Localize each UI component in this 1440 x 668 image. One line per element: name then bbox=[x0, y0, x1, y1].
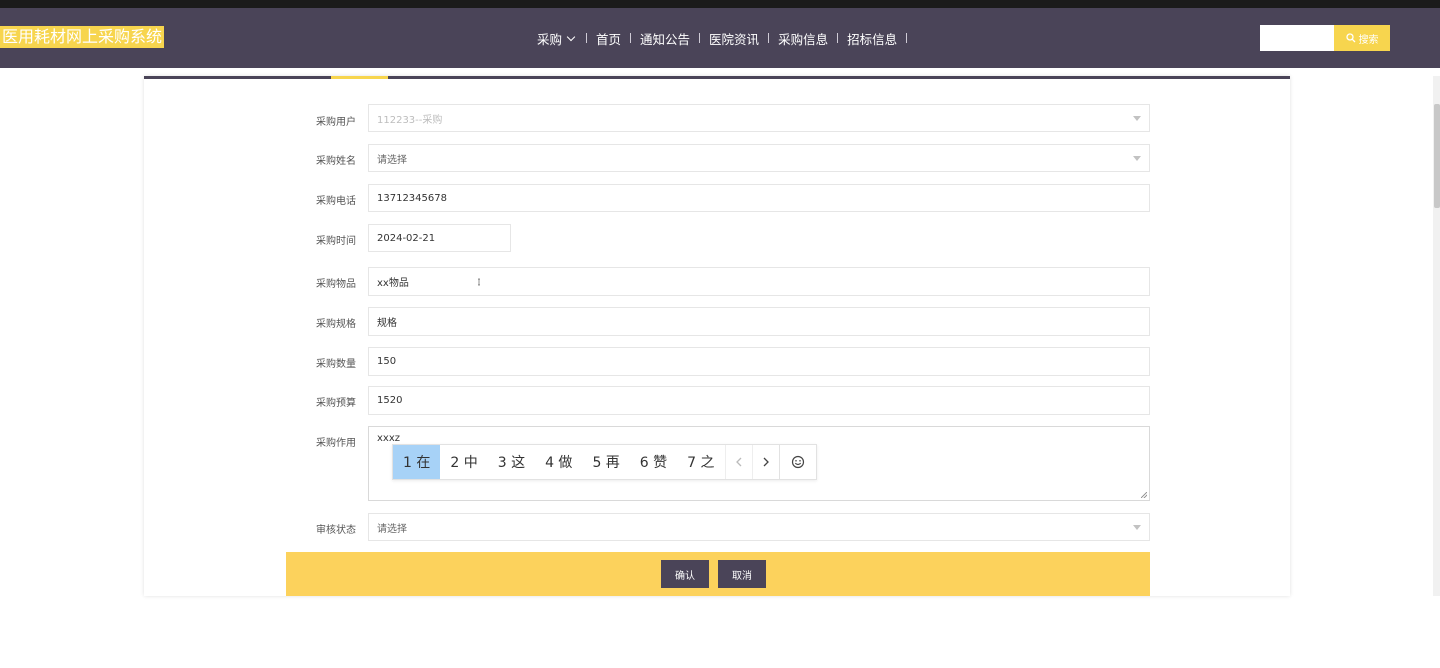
card-tab-accent bbox=[331, 76, 388, 79]
field-value: 规格 bbox=[377, 318, 397, 329]
nav-divider bbox=[630, 33, 632, 43]
text-cursor-icon bbox=[478, 278, 480, 286]
nav-divider bbox=[837, 33, 839, 43]
ime-candidate[interactable]: 3 这 bbox=[488, 445, 535, 479]
nav-divider bbox=[768, 33, 770, 43]
field-value: 2024-02-21 bbox=[377, 232, 436, 244]
top-strip bbox=[0, 0, 1440, 8]
field-value: 13712345678 bbox=[377, 192, 447, 204]
purchase-form-card: 采购用户 112233--采购 采购姓名 请选择 采购电话 1371234567… bbox=[144, 76, 1290, 596]
card-top-border bbox=[144, 76, 1290, 79]
purchase-phone-input[interactable]: 13712345678 bbox=[368, 184, 1150, 212]
ime-prev-page-icon[interactable] bbox=[724, 445, 752, 479]
search-button-label: 搜索 bbox=[1358, 34, 1379, 46]
purchase-user-select: 112233--采购 bbox=[368, 104, 1150, 132]
resize-handle-icon[interactable] bbox=[1141, 492, 1147, 498]
ime-candidate-bar: 1 在 2 中 3 这 4 做 5 再 6 赞 7 之 bbox=[392, 444, 817, 480]
ime-candidate[interactable]: 4 做 bbox=[535, 445, 582, 479]
nav-item-purchase[interactable]: 采购 bbox=[537, 29, 577, 48]
chevron-down-icon bbox=[566, 32, 576, 41]
site-header: 医用耗材网上采购系统 采购 首页 通知公告 医院资讯 采购信息 招标信息 搜索 bbox=[0, 8, 1440, 68]
dropdown-arrow-icon bbox=[1133, 116, 1141, 121]
nav-item-label: 采购 bbox=[537, 31, 563, 47]
nav-item-hospital-news[interactable]: 医院资讯 bbox=[709, 29, 759, 48]
field-label: 采购物品 bbox=[316, 279, 356, 290]
field-label: 采购电话 bbox=[316, 196, 356, 207]
nav-item-home[interactable]: 首页 bbox=[596, 29, 621, 48]
purchase-date-input[interactable]: 2024-02-21 bbox=[368, 224, 511, 252]
search-button[interactable]: 搜索 bbox=[1334, 25, 1390, 51]
ime-candidate[interactable]: 1 在 bbox=[393, 445, 441, 479]
field-label: 审核状态 bbox=[316, 525, 356, 536]
nav-item-notices[interactable]: 通知公告 bbox=[640, 29, 690, 48]
purchase-item-input[interactable]: xx物品 bbox=[368, 267, 1150, 296]
purchase-spec-input[interactable]: 规格 bbox=[368, 307, 1150, 336]
dropdown-arrow-icon bbox=[1133, 156, 1141, 161]
field-label: 采购姓名 bbox=[316, 156, 356, 167]
purchase-quantity-input[interactable]: 150 bbox=[368, 347, 1150, 376]
ime-candidate[interactable]: 7 之 bbox=[677, 445, 724, 479]
site-brand[interactable]: 医用耗材网上采购系统 bbox=[0, 26, 165, 48]
dropdown-arrow-icon bbox=[1133, 525, 1141, 530]
emoji-icon[interactable] bbox=[778, 445, 816, 479]
field-label: 采购预算 bbox=[316, 398, 356, 409]
field-label: 采购时间 bbox=[316, 236, 356, 247]
field-value: 1520 bbox=[377, 395, 403, 406]
purchase-budget-input[interactable]: 1520 bbox=[368, 386, 1150, 415]
nav-divider bbox=[699, 33, 701, 43]
cancel-button[interactable]: 取消 bbox=[718, 560, 766, 588]
ime-next-page-icon[interactable] bbox=[751, 445, 779, 479]
search-input[interactable] bbox=[1260, 25, 1334, 51]
review-status-select[interactable]: 请选择 bbox=[368, 513, 1150, 541]
field-value: 请选择 bbox=[377, 523, 407, 535]
field-value: 150 bbox=[377, 356, 397, 367]
form-actions-bar: 确认 取消 bbox=[286, 552, 1150, 596]
field-value: xx物品 bbox=[377, 278, 409, 289]
search-icon bbox=[1345, 33, 1355, 43]
field-label: 采购数量 bbox=[316, 359, 356, 370]
nav-item-tender-info[interactable]: 招标信息 bbox=[847, 29, 897, 48]
main-nav: 采购 首页 通知公告 医院资讯 采购信息 招标信息 bbox=[537, 28, 916, 48]
field-label: 采购用户 bbox=[316, 117, 356, 128]
purchase-name-select[interactable]: 请选择 bbox=[368, 144, 1150, 172]
field-value: xxxz bbox=[377, 433, 401, 444]
ime-candidate[interactable]: 5 再 bbox=[582, 445, 629, 479]
nav-divider bbox=[586, 33, 588, 43]
nav-divider bbox=[906, 33, 908, 43]
confirm-button[interactable]: 确认 bbox=[661, 560, 709, 588]
field-label: 采购作用 bbox=[316, 438, 356, 449]
ime-candidate[interactable]: 2 中 bbox=[440, 445, 487, 479]
ime-candidate[interactable]: 6 赞 bbox=[630, 445, 677, 479]
field-value: 112233--采购 bbox=[377, 114, 443, 126]
nav-item-purchase-info[interactable]: 采购信息 bbox=[778, 29, 828, 48]
field-label: 采购规格 bbox=[316, 319, 356, 330]
field-value: 请选择 bbox=[377, 154, 407, 166]
scrollbar-thumb[interactable] bbox=[1434, 104, 1440, 208]
